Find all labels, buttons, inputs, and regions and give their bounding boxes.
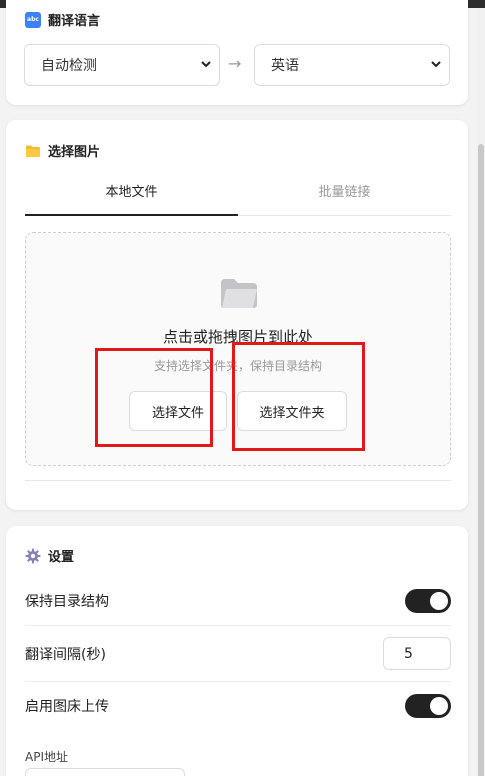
chevron-down-icon [201, 61, 211, 68]
api-address-input[interactable] [25, 768, 185, 776]
scrollbar-thumb[interactable] [478, 144, 484, 776]
row-divider [25, 625, 451, 626]
api-address-label: API地址 [25, 750, 68, 764]
highlight-box-select-folder [232, 342, 365, 451]
interval-label: 翻译间隔(秒) [25, 646, 106, 663]
abc-icon: abc [25, 11, 41, 28]
source-language-select[interactable]: 自动检测 [24, 44, 220, 86]
section-divider [25, 480, 451, 481]
settings-section-header: 设置 [25, 546, 74, 565]
image-select-card: 选择图片 本地文件 批量链接 点击或拖拽图片到此处 支持选择文件夹，保持目录结构… [6, 120, 468, 510]
keep-structure-toggle[interactable] [405, 589, 451, 613]
scrollbar-track[interactable] [477, 8, 485, 776]
settings-section-title: 设置 [48, 550, 75, 565]
gear-icon [25, 548, 41, 564]
source-language-value: 自动检测 [41, 58, 97, 74]
highlight-box-select-file [95, 348, 213, 447]
target-language-value: 英语 [271, 58, 299, 74]
image-host-label: 启用图床上传 [25, 699, 109, 715]
interval-row: 翻译间隔(秒) 5 [25, 637, 451, 670]
tab-local-files[interactable]: 本地文件 [25, 176, 238, 216]
tab-batch-links[interactable]: 批量链接 [238, 176, 451, 216]
settings-card: 设置 保持目录结构 翻译间隔(秒) 5 启用图床上传 API地址 [6, 526, 468, 776]
keep-structure-label: 保持目录结构 [25, 594, 109, 610]
image-section-title: 选择图片 [48, 145, 101, 160]
image-host-toggle[interactable] [405, 694, 451, 718]
language-section-title: 翻译语言 [48, 14, 101, 29]
image-section-header: 选择图片 [25, 141, 100, 160]
folder-icon [25, 143, 41, 159]
image-host-row: 启用图床上传 [25, 693, 451, 719]
language-section-header: abc 翻译语言 [25, 10, 100, 29]
source-tabs: 本地文件 批量链接 [25, 176, 451, 216]
keep-structure-row: 保持目录结构 [25, 588, 451, 614]
row-divider [25, 681, 451, 682]
language-card: abc 翻译语言 自动检测 → 英语 [6, 0, 468, 105]
folder-icon [220, 277, 258, 313]
interval-input[interactable]: 5 [383, 637, 451, 670]
direction-arrow: → [228, 54, 242, 73]
target-language-select[interactable]: 英语 [254, 44, 450, 86]
chevron-down-icon [431, 61, 441, 68]
